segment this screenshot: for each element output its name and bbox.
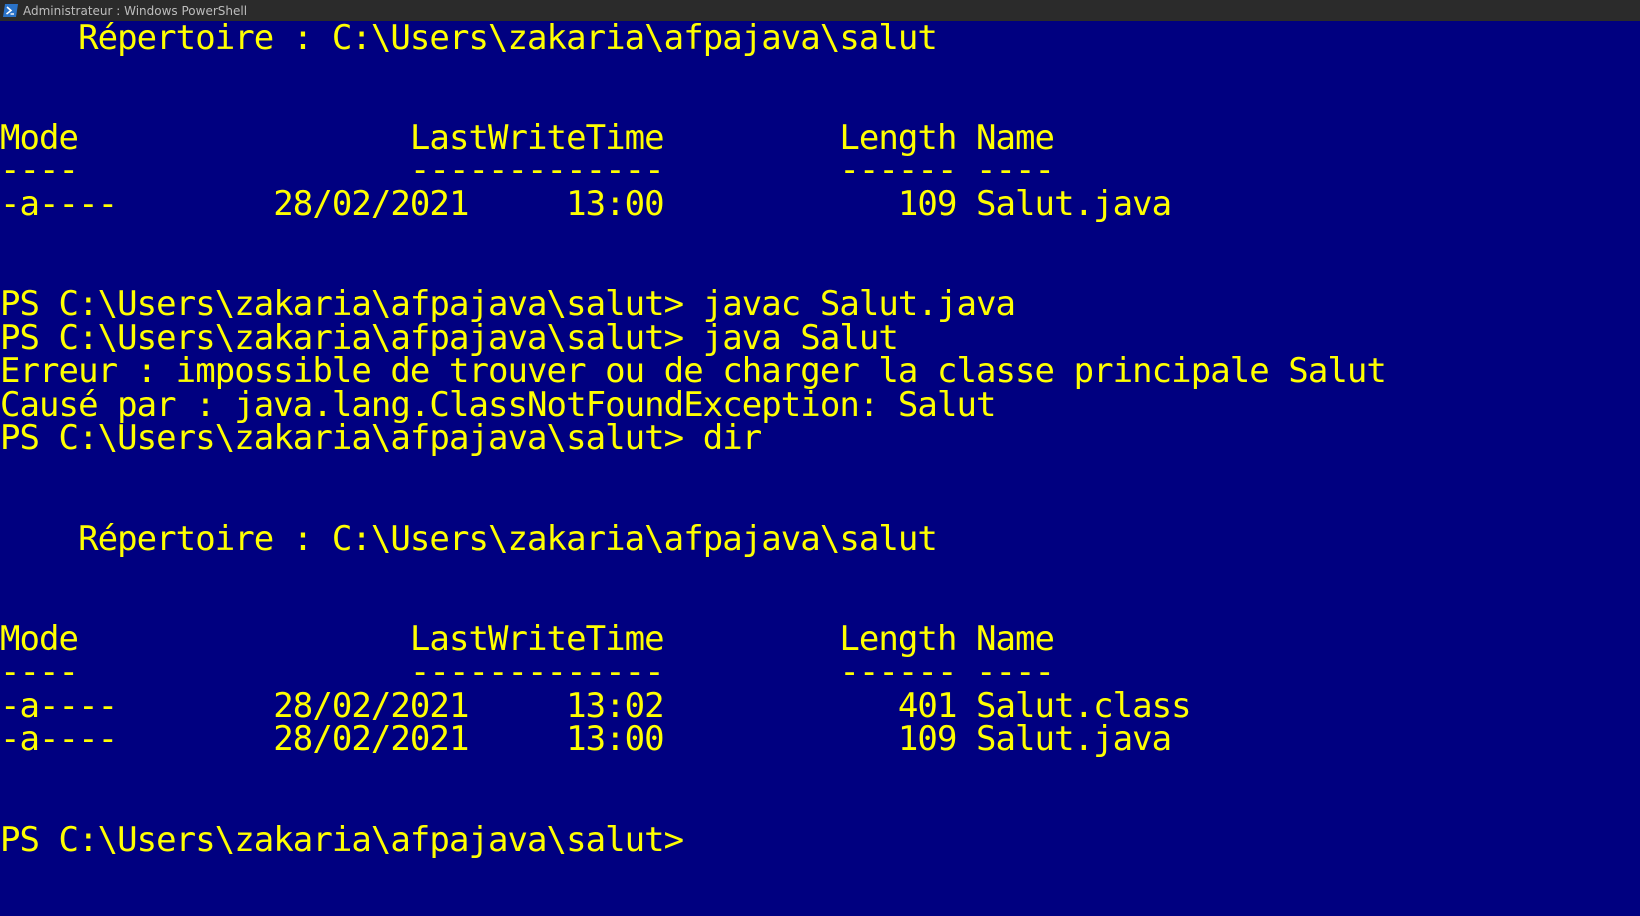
console-line: Répertoire : C:\Users\zakaria\afpajava\s…	[0, 519, 938, 559]
console-output[interactable]: Répertoire : C:\Users\zakaria\afpajava\s…	[0, 21, 1640, 916]
powershell-icon	[3, 4, 18, 17]
title-bar[interactable]: Administrateur : Windows PowerShell	[0, 0, 1640, 21]
console-line: -a---- 28/02/2021 13:00 109 Salut.java	[0, 184, 1172, 224]
powershell-window: Administrateur : Windows PowerShell Répe…	[0, 0, 1640, 916]
console-line: ---- ------------- ------ ----	[0, 652, 1055, 692]
console-line: -a---- 28/02/2021 13:00 109 Salut.java	[0, 719, 1172, 759]
console-line: Erreur : impossible de trouver ou de cha…	[0, 351, 1387, 391]
console-line: Répertoire : C:\Users\zakaria\afpajava\s…	[0, 21, 938, 58]
console-prompt[interactable]: PS C:\Users\zakaria\afpajava\salut>	[0, 823, 684, 858]
console-line: PS C:\Users\zakaria\afpajava\salut> dir	[0, 418, 762, 458]
console-line: ---- ------------- ------ ----	[0, 150, 1055, 190]
console-line: PS C:\Users\zakaria\afpajava\salut> java…	[0, 284, 1016, 324]
window-title: Administrateur : Windows PowerShell	[23, 3, 248, 18]
